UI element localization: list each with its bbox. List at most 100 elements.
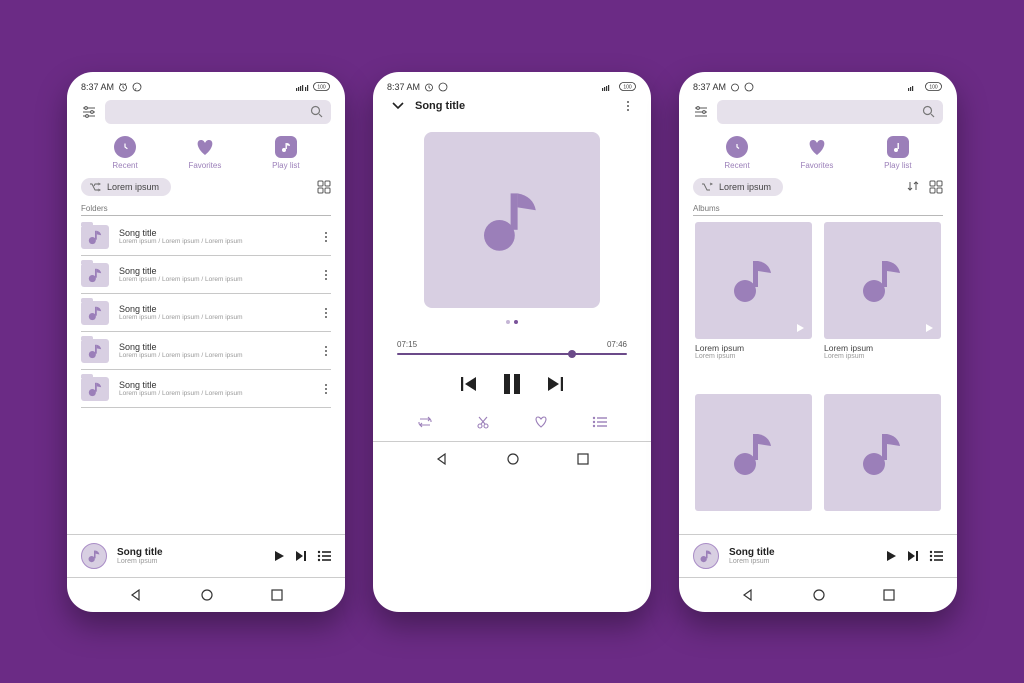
- mini-sub: Lorem ipsum: [729, 558, 875, 565]
- whatsapp-icon: [744, 82, 754, 92]
- row-title: Song title: [119, 304, 311, 314]
- previous-icon[interactable]: [460, 376, 478, 392]
- time-total: 07:46: [607, 340, 627, 349]
- grid-view-icon[interactable]: [317, 180, 331, 194]
- list-item[interactable]: Song titleLorem ipsum / Lorem ipsum / Lo…: [81, 370, 331, 408]
- recents-icon[interactable]: [577, 453, 589, 465]
- mini-title: Song title: [117, 547, 263, 558]
- album-title: Lorem ipsum: [824, 343, 941, 353]
- recents-icon[interactable]: [271, 589, 283, 601]
- filter-chip[interactable]: Lorem ipsum: [81, 178, 171, 196]
- phone-now-playing: 8:37 AM 100 Song title 07:1507:46: [373, 72, 651, 612]
- heart-outline-icon[interactable]: [533, 415, 549, 429]
- mini-player[interactable]: Song titleLorem ipsum: [679, 534, 957, 577]
- home-icon[interactable]: [200, 588, 214, 602]
- row-title: Song title: [119, 342, 311, 352]
- album-art: [824, 222, 941, 339]
- statusbar: 8:37 AM 100: [373, 72, 651, 96]
- battery-icon: 100: [619, 82, 637, 91]
- search-icon: [310, 105, 323, 118]
- more-icon[interactable]: [321, 308, 331, 318]
- cut-icon[interactable]: [476, 415, 490, 429]
- next-icon[interactable]: [546, 376, 564, 392]
- search-input[interactable]: [717, 100, 943, 124]
- progress-bar[interactable]: [397, 353, 627, 355]
- sliders-icon[interactable]: [81, 104, 97, 120]
- clock-icon: [731, 141, 743, 153]
- more-icon[interactable]: [623, 101, 633, 111]
- row-sub: Lorem ipsum / Lorem ipsum / Lorem ipsum: [119, 390, 311, 397]
- more-icon[interactable]: [321, 270, 331, 280]
- search-input[interactable]: [105, 100, 331, 124]
- list-item[interactable]: Song titleLorem ipsum / Lorem ipsum / Lo…: [81, 294, 331, 332]
- album-item[interactable]: [695, 394, 812, 534]
- row-sub: Lorem ipsum / Lorem ipsum / Lorem ipsum: [119, 314, 311, 321]
- mini-album-art: [81, 543, 107, 569]
- more-icon[interactable]: [321, 346, 331, 356]
- sliders-icon[interactable]: [693, 104, 709, 120]
- folder-list: Song titleLorem ipsum / Lorem ipsum / Lo…: [67, 218, 345, 534]
- shuffle-icon: [701, 182, 713, 192]
- album-art: [695, 394, 812, 511]
- tab-favorites[interactable]: Favorites: [800, 136, 833, 170]
- album-item[interactable]: Lorem ipsumLorem ipsum: [695, 222, 812, 383]
- signal-icon: [296, 83, 310, 91]
- grid-view-icon[interactable]: [929, 180, 943, 194]
- list-item[interactable]: Song titleLorem ipsum / Lorem ipsum / Lo…: [81, 256, 331, 294]
- play-icon[interactable]: [885, 550, 897, 562]
- home-icon[interactable]: [506, 452, 520, 466]
- alarm-icon: [424, 82, 434, 92]
- more-icon[interactable]: [321, 384, 331, 394]
- player-title: Song title: [415, 100, 465, 112]
- folder-icon: [81, 377, 109, 401]
- back-icon[interactable]: [129, 588, 143, 602]
- mini-player[interactable]: Song titleLorem ipsum: [67, 534, 345, 577]
- filter-chip[interactable]: Lorem ipsum: [693, 178, 783, 196]
- list-item[interactable]: Song titleLorem ipsum / Lorem ipsum / Lo…: [81, 332, 331, 370]
- play-overlay-icon: [925, 323, 935, 333]
- album-item[interactable]: Lorem ipsumLorem ipsum: [824, 222, 941, 383]
- repeat-icon[interactable]: [417, 415, 433, 429]
- clock-icon: [119, 141, 131, 153]
- more-icon[interactable]: [321, 232, 331, 242]
- queue-icon[interactable]: [929, 550, 943, 562]
- row-sub: Lorem ipsum / Lorem ipsum / Lorem ipsum: [119, 276, 311, 283]
- next-icon[interactable]: [295, 550, 307, 562]
- battery-icon: 100: [313, 82, 331, 91]
- tab-label: Favorites: [188, 161, 221, 170]
- search-icon: [922, 105, 935, 118]
- section-label: Albums: [679, 202, 957, 215]
- chevron-down-icon[interactable]: [391, 101, 405, 111]
- recents-icon[interactable]: [883, 589, 895, 601]
- shuffle-icon: [89, 182, 101, 192]
- tab-recent[interactable]: Recent: [112, 136, 137, 170]
- album-sub: Lorem ipsum: [695, 353, 812, 360]
- statusbar-time: 8:37 AM: [81, 82, 114, 92]
- tab-favorites[interactable]: Favorites: [188, 136, 221, 170]
- sort-icon[interactable]: [907, 180, 919, 192]
- tab-playlist[interactable]: Play list: [272, 136, 300, 170]
- pause-icon[interactable]: [502, 373, 522, 395]
- home-icon[interactable]: [812, 588, 826, 602]
- list-item[interactable]: Song titleLorem ipsum / Lorem ipsum / Lo…: [81, 218, 331, 256]
- row-title: Song title: [119, 266, 311, 276]
- play-icon[interactable]: [273, 550, 285, 562]
- album-item[interactable]: [824, 394, 941, 534]
- back-icon[interactable]: [741, 588, 755, 602]
- next-icon[interactable]: [907, 550, 919, 562]
- heart-icon: [194, 137, 216, 157]
- album-art: [424, 132, 600, 308]
- progress-handle[interactable]: [568, 350, 576, 358]
- tab-playlist[interactable]: Play list: [884, 136, 912, 170]
- statusbar-time: 8:37 AM: [387, 82, 420, 92]
- tab-recent[interactable]: Recent: [724, 136, 749, 170]
- queue-icon[interactable]: [592, 416, 608, 428]
- queue-icon[interactable]: [317, 550, 331, 562]
- music-icon: [280, 141, 292, 153]
- tab-label: Recent: [724, 161, 749, 170]
- tab-label: Play list: [884, 161, 912, 170]
- alarm-icon: [118, 82, 128, 92]
- music-icon: [892, 141, 904, 153]
- back-icon[interactable]: [435, 452, 449, 466]
- mini-sub: Lorem ipsum: [117, 558, 263, 565]
